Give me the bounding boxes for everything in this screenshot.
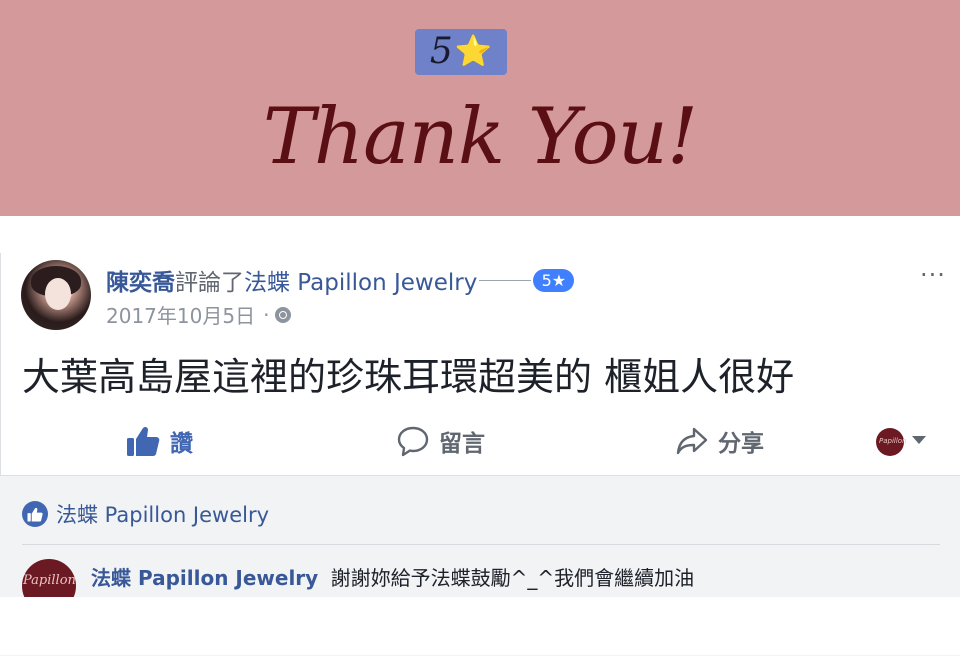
post-text: 大葉高島屋這裡的珍珠耳環超美的 櫃姐人很好 xyxy=(22,355,795,399)
author-name-link[interactable]: 陳奕喬 xyxy=(106,263,175,297)
share-arrow-icon xyxy=(676,427,708,454)
like-summary[interactable]: 法蝶 Papillon Jewelry xyxy=(22,499,269,529)
action-verb: 評論了 xyxy=(175,270,244,296)
like-label: 讚 xyxy=(170,430,193,457)
post-header: 陳奕喬 評論了 法蝶 Papillon Jewelry 5★ xyxy=(106,263,575,297)
thank-you-headline: Thank You! xyxy=(262,92,698,182)
reply-body: 法蝶 Papillon Jewelry 謝謝妳給予法蝶鼓勵^_^我們會繼續加油 xyxy=(91,562,694,591)
reply-author-link[interactable]: 法蝶 Papillon Jewelry xyxy=(91,566,318,590)
thank-you-banner: 5 ⭐ Thank You! xyxy=(0,0,960,216)
star-icon: ⭐ xyxy=(454,34,493,69)
thumbs-up-small-icon xyxy=(27,507,43,522)
comment-button[interactable]: 留言 xyxy=(397,418,485,463)
reply-text: 謝謝妳給予法蝶鼓勵^_^我們會繼續加油 xyxy=(330,566,695,590)
avatar-face xyxy=(45,278,71,310)
bottom-crop-area xyxy=(0,597,960,655)
rating-badge: 5 ⭐ xyxy=(415,29,507,75)
share-label: 分享 xyxy=(718,430,764,457)
like-button[interactable]: 讚 xyxy=(126,418,193,463)
review-post: 陳奕喬 評論了 法蝶 Papillon Jewelry 5★ 2017年10月5… xyxy=(0,253,960,656)
page-avatar-selector[interactable]: Papillon xyxy=(876,428,907,456)
comment-label: 留言 xyxy=(439,430,485,457)
page-name-link[interactable]: 法蝶 Papillon Jewelry xyxy=(244,263,477,297)
author-avatar[interactable] xyxy=(21,260,91,330)
action-bar: 讚 留言 分享 Papillon xyxy=(0,418,960,463)
page-avatar-mini-text: Papillon xyxy=(879,437,907,445)
globe-icon[interactable] xyxy=(275,306,292,323)
rating-pill: 5★ xyxy=(533,268,575,292)
more-options-icon[interactable]: ··· xyxy=(920,261,946,289)
post-date-link[interactable]: 2017年10月5日 xyxy=(106,300,255,329)
page-avatar-text: Papillon xyxy=(23,573,76,588)
chevron-down-icon[interactable] xyxy=(912,436,926,444)
rating-connector-line xyxy=(479,279,532,281)
reactions-divider xyxy=(22,544,940,545)
rating-number: 5 xyxy=(429,31,453,72)
comment-bubble-icon xyxy=(397,426,429,456)
like-reaction-icon xyxy=(22,501,48,527)
share-button[interactable]: 分享 xyxy=(676,418,764,463)
meta-separator: · xyxy=(263,302,270,327)
post-meta: 2017年10月5日 · xyxy=(106,300,292,329)
like-summary-name: 法蝶 Papillon Jewelry xyxy=(56,503,270,527)
thumbs-up-icon xyxy=(127,426,160,456)
page-reply: Papillon 法蝶 Papillon Jewelry 謝謝妳給予法蝶鼓勵^_… xyxy=(22,559,960,613)
